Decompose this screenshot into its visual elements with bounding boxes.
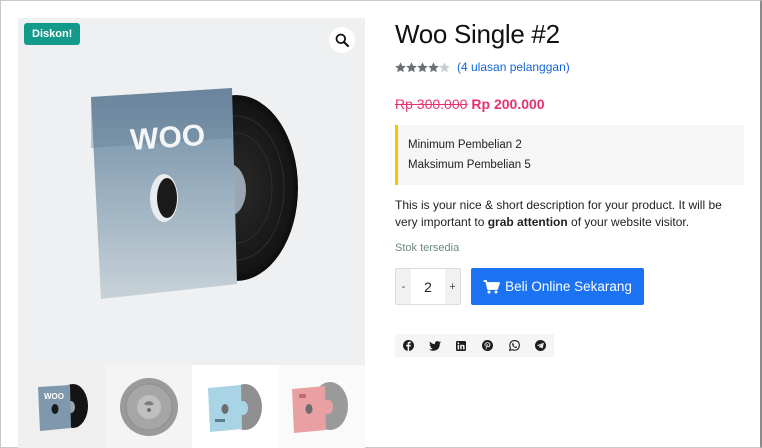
main-product-image[interactable]: Diskon! WOO — [18, 18, 365, 365]
quantity-minus-button[interactable]: - — [396, 269, 411, 304]
rating-row: (4 ulasan pelanggan) — [395, 59, 745, 75]
thumb-grey-vinyl[interactable] — [104, 365, 192, 448]
quantity-plus-button[interactable]: + — [445, 269, 460, 304]
max-purchase-text: Maksimum Pembelian 5 — [408, 159, 531, 171]
product-gallery: Diskon! WOO WOO — [18, 18, 365, 448]
share-pinterest-button[interactable] — [475, 334, 502, 357]
product-title: Woo Single #2 — [395, 19, 560, 49]
svg-text:WOO: WOO — [44, 392, 64, 401]
vinyl-artwork: WOO — [91, 88, 298, 299]
telegram-icon — [535, 340, 547, 351]
min-purchase-text: Minimum Pembelian 2 — [408, 139, 522, 151]
thumb-woo-image: WOO — [38, 384, 88, 431]
add-to-cart-form: - + Beli Online Sekarang — [395, 268, 745, 305]
twitter-icon — [428, 340, 441, 351]
facebook-icon — [402, 340, 414, 351]
share-facebook-button[interactable] — [395, 334, 422, 357]
svg-text:WOO: WOO — [129, 119, 206, 157]
thumb-pink-image — [292, 382, 349, 433]
short-description: This is your nice & short description fo… — [395, 198, 722, 229]
share-telegram-button[interactable] — [528, 334, 555, 357]
price: Rp 300.000 Rp 200.000 — [395, 96, 745, 112]
share-linkedin-button[interactable] — [448, 334, 475, 357]
share-buttons — [395, 334, 554, 357]
buy-now-label: Beli Online Sekarang — [505, 279, 632, 294]
cart-icon — [483, 279, 500, 293]
thumb-woo-single[interactable]: WOO — [18, 365, 105, 448]
whatsapp-icon — [508, 340, 520, 351]
sale-price: Rp 200.000 — [471, 96, 545, 112]
thumb-blue-vinyl[interactable] — [191, 365, 279, 448]
buy-now-button[interactable]: Beli Online Sekarang — [471, 268, 644, 305]
zoom-button[interactable] — [329, 27, 355, 53]
share-twitter-button[interactable] — [422, 334, 449, 357]
regular-price: Rp 300.000 — [395, 96, 468, 112]
magnifier-icon — [335, 33, 349, 47]
thumb-blue-image — [207, 384, 262, 432]
thumbnail-strip: WOO — [18, 365, 365, 448]
thumb-grey-image — [119, 378, 178, 436]
purchase-limits-notice: Minimum Pembelian 2 Maksimum Pembelian 5 — [395, 125, 744, 185]
quantity-input[interactable] — [411, 269, 445, 304]
thumb-pink-vinyl[interactable] — [278, 365, 365, 448]
star-rating — [395, 61, 452, 73]
pinterest-icon — [482, 340, 494, 351]
stars-icon — [395, 61, 450, 72]
sale-badge: Diskon! — [24, 23, 81, 45]
description-emphasis: grab attention — [487, 214, 568, 229]
reviews-link[interactable]: (4 ulasan pelanggan) — [457, 60, 570, 74]
stock-status: Stok tersedia — [395, 242, 460, 254]
product-summary: Woo Single #2 (4 ulasan pelanggan) Rp 30… — [395, 18, 745, 357]
share-whatsapp-button[interactable] — [501, 334, 528, 357]
linkedin-icon — [456, 340, 467, 351]
quantity-stepper: - + — [395, 268, 461, 305]
